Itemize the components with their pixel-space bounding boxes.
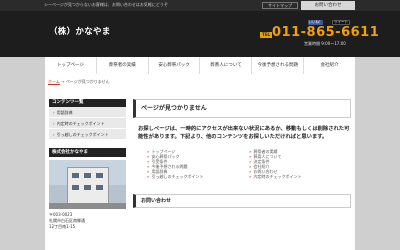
- nav-item-issues[interactable]: 今後予想される問題: [252, 57, 305, 74]
- not-found-message: お探しページは、一時的にアクセスが出来ない状況にあるか、移動もしくは削除された可…: [138, 126, 350, 140]
- business-hours: 営業時間 9:00〜17:00: [304, 41, 346, 46]
- top-message: シーページが見つからないお客様は、お問い合わせはお気軽にどうぞ: [44, 2, 168, 7]
- global-nav: トップページ 葬祭者の実績 安心葬祭パック 葬斎人について 今後予想される問題 …: [45, 57, 355, 74]
- breadcrumb-separator: →: [61, 79, 65, 84]
- main-content: ページが見つかりません お探しページは、一時的にアクセスが出来ない状況にあるか、…: [133, 99, 351, 208]
- company-building-photo: [49, 160, 126, 209]
- address-line2: 12丁目南1-15: [49, 224, 76, 229]
- phone-number: 011-865-6611: [272, 25, 380, 40]
- sidebar-item-label: 内定時のチェックポイント: [56, 121, 105, 126]
- sidebar-item-moving[interactable]: › 引っ越しのチェックポイント: [49, 129, 126, 140]
- sidebar-item-label: 引っ越しのチェックポイント: [56, 132, 109, 137]
- tel-badge: TEL: [260, 32, 272, 38]
- chevron-right-icon: ›: [53, 121, 55, 126]
- sidebar: コンテンツ一覧 › 用語辞典 › 内定時のチェックポイント › 引っ越しのチェックポイ…: [49, 99, 126, 230]
- photo-window: [96, 185, 103, 190]
- arrow-right-icon: »: [147, 174, 150, 179]
- link-item[interactable]: » 内定時のチェックポイント: [249, 174, 351, 179]
- nav-item-pack[interactable]: 安心葬祭パック: [149, 57, 201, 74]
- nav-item-about[interactable]: 葬斎人について: [200, 57, 253, 74]
- breadcrumb-current: ページが見つかりません: [65, 79, 110, 84]
- nav-item-top[interactable]: トップページ: [45, 57, 97, 74]
- photo-window: [96, 173, 103, 178]
- chevron-right-icon: ›: [53, 132, 55, 137]
- sitemap-links: » トップページ » 安心葬祭パック » 引受条件 » 今後予想される問題 » 用語辞典 …: [147, 149, 351, 179]
- link-item[interactable]: » 引っ越しのチェックポイント: [147, 174, 249, 179]
- chevron-right-icon: ›: [53, 110, 55, 115]
- links-right-column: » 葬祭者の実績 » 葬斎人について » 決定条件 » 会社紹介 » お問い合わせ » 内定…: [249, 149, 351, 179]
- nav-item-record[interactable]: 葬祭者の実績: [97, 57, 149, 74]
- sitemap-button[interactable]: サイトマップ: [262, 2, 298, 9]
- page-title: ページが見つかりません: [133, 99, 351, 118]
- arrow-right-icon: »: [249, 174, 252, 179]
- sidebar-item-naitei[interactable]: › 内定時のチェックポイント: [49, 118, 126, 129]
- site-logo[interactable]: （株）かなやま: [49, 25, 111, 37]
- sidebar-item-label: 用語辞典: [56, 110, 73, 115]
- contact-button[interactable]: お問い合わせ: [301, 1, 355, 10]
- sidebar-item-glossary[interactable]: › 用語辞典: [49, 107, 126, 118]
- company-heading: 株式会社かなやま: [49, 148, 126, 157]
- page-body: ホーム → ページが見つかりません コンテンツ一覧 › 用語辞典 › 内定時のチェッ…: [45, 74, 355, 250]
- contact-heading: お問い合わせ: [133, 194, 351, 208]
- sidebar-heading: コンテンツ一覧: [49, 99, 126, 107]
- photo-window: [84, 173, 91, 178]
- links-left-column: » トップページ » 安心葬祭パック » 引受条件 » 今後予想される問題 » 用語辞典 …: [147, 149, 249, 179]
- breadcrumb-home[interactable]: ホーム: [48, 79, 60, 84]
- photo-window: [72, 173, 79, 178]
- photo-window: [84, 185, 91, 190]
- photo-ground: [49, 203, 126, 209]
- breadcrumb: ホーム → ページが見つかりません: [48, 79, 110, 85]
- top-bar: シーページが見つからないお客様は、お問い合わせはお気軽にどうぞ サイトマップ お…: [0, 0, 400, 11]
- photo-window: [72, 185, 79, 190]
- nav-item-company[interactable]: 会社紹介: [304, 57, 355, 74]
- company-address: 〒003-0023 札幌市白石区南郷通 12丁目南1-15: [49, 212, 126, 230]
